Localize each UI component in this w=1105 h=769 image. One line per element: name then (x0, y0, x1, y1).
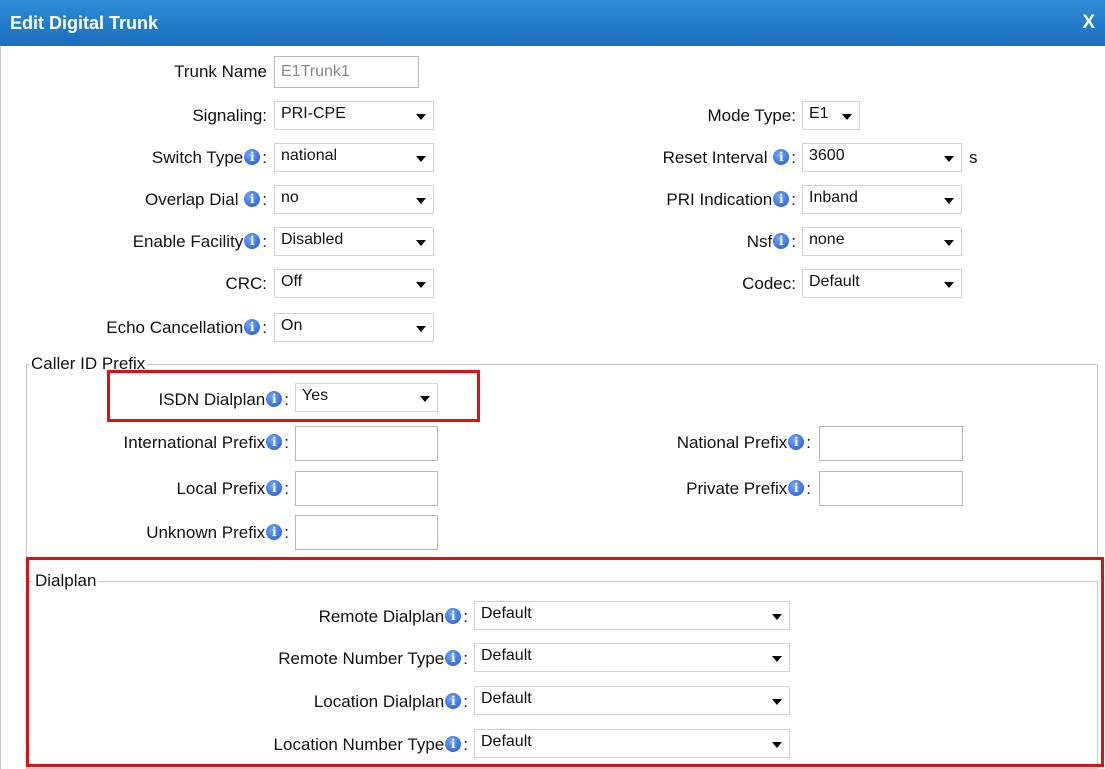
chevron-down-icon (416, 114, 426, 120)
isdn-dialplan-value: Yes (302, 387, 329, 404)
close-icon[interactable]: X (1082, 12, 1095, 34)
chevron-down-icon (944, 156, 954, 162)
echo-cancellation-value: On (281, 317, 303, 334)
local-prefix-input[interactable] (295, 471, 438, 506)
chevron-down-icon (772, 614, 782, 620)
crc-label: CRC: (225, 274, 267, 293)
info-icon[interactable]: i (773, 191, 790, 207)
info-icon[interactable]: i (244, 191, 261, 207)
chevron-down-icon (772, 742, 782, 748)
info-icon[interactable]: i (244, 319, 261, 335)
location-number-type-label: Location Number Type i: (273, 735, 468, 754)
overlap-dial-value: no (281, 189, 299, 206)
chevron-down-icon (944, 240, 954, 246)
echo-cancellation-label: Echo Cancellation i: (106, 318, 267, 337)
private-prefix-input[interactable] (819, 471, 963, 506)
switch-type-select[interactable]: national (274, 143, 434, 172)
private-prefix-label: Private Prefix i: (686, 479, 811, 498)
signaling-value: PRI-CPE (281, 105, 346, 122)
chevron-down-icon (416, 326, 426, 332)
pri-indication-select[interactable]: Inband (802, 185, 962, 214)
pri-indication-value: Inband (809, 189, 858, 206)
mode-type-value: E1 (809, 105, 829, 122)
switch-type-label: Switch Type i: (151, 148, 267, 167)
info-icon[interactable]: i (773, 149, 790, 165)
remote-number-type-select[interactable]: Default (474, 643, 790, 672)
chevron-down-icon (416, 240, 426, 246)
chevron-down-icon (416, 282, 426, 288)
overlap-dial-select[interactable]: no (274, 185, 434, 214)
remote-dialplan-value: Default (481, 605, 532, 622)
location-dialplan-select[interactable]: Default (474, 686, 790, 715)
info-icon[interactable]: i (266, 434, 283, 450)
enable-facility-select[interactable]: Disabled (274, 227, 434, 256)
dialog-titlebar: Edit Digital Trunk X (0, 0, 1105, 46)
reset-interval-unit: s (969, 148, 978, 167)
nsf-select[interactable]: none (802, 227, 962, 256)
remote-number-type-value: Default (481, 647, 532, 664)
enable-facility-value: Disabled (281, 231, 344, 248)
mode-type-select[interactable]: E1 (802, 101, 860, 130)
signaling-label: Signaling: (192, 106, 267, 125)
trunk-name-label: Trunk Name (174, 62, 267, 81)
info-icon[interactable]: i (244, 149, 261, 165)
info-icon[interactable]: i (266, 480, 283, 496)
chevron-down-icon (842, 114, 852, 120)
isdn-dialplan-select[interactable]: Yes (295, 383, 438, 412)
reset-interval-value: 3600 (809, 147, 845, 164)
info-icon[interactable]: i (244, 233, 261, 249)
isdn-dialplan-label: ISDN Dialplan i: (158, 390, 290, 409)
chevron-down-icon (944, 282, 954, 288)
switch-type-value: national (281, 147, 338, 164)
remote-dialplan-select[interactable]: Default (474, 601, 790, 630)
crc-select[interactable]: Off (274, 269, 434, 298)
info-icon[interactable]: i (266, 391, 283, 407)
info-icon[interactable]: i (445, 650, 462, 666)
nsf-label: Nsf i: (746, 232, 796, 251)
unknown-prefix-label: Unknown Prefix i: (146, 523, 289, 542)
international-prefix-label: International Prefix i: (123, 433, 289, 452)
location-number-type-value: Default (481, 733, 532, 750)
remote-dialplan-label: Remote Dialplan i: (318, 607, 468, 626)
info-icon[interactable]: i (788, 480, 805, 496)
location-number-type-select[interactable]: Default (474, 729, 790, 758)
dialplan-legend: Dialplan (33, 571, 99, 591)
codec-select[interactable]: Default (802, 269, 962, 298)
local-prefix-label: Local Prefix i: (176, 479, 289, 498)
info-icon[interactable]: i (788, 434, 805, 450)
pri-indication-label: PRI Indication i: (666, 190, 796, 209)
chevron-down-icon (416, 198, 426, 204)
location-dialplan-label: Location Dialplan i: (313, 692, 468, 711)
overlap-dial-label: Overlap Dial i: (144, 190, 267, 209)
chevron-down-icon (772, 656, 782, 662)
dialog-title: Edit Digital Trunk (10, 13, 159, 33)
national-prefix-input[interactable] (819, 426, 963, 461)
nsf-value: none (809, 231, 845, 248)
chevron-down-icon (772, 699, 782, 705)
international-prefix-input[interactable] (295, 426, 438, 461)
enable-facility-label: Enable Facility i: (132, 232, 267, 251)
signaling-select[interactable]: PRI-CPE (274, 101, 434, 130)
reset-interval-select[interactable]: 3600 (802, 143, 962, 172)
unknown-prefix-input[interactable] (295, 515, 438, 550)
info-icon[interactable]: i (445, 608, 462, 624)
chevron-down-icon (420, 396, 430, 402)
info-icon[interactable]: i (266, 524, 283, 540)
info-icon[interactable]: i (445, 736, 462, 752)
info-icon[interactable]: i (773, 233, 790, 249)
crc-value: Off (281, 273, 303, 290)
echo-cancellation-select[interactable]: On (274, 313, 434, 342)
codec-value: Default (809, 273, 860, 290)
national-prefix-label: National Prefix i: (676, 433, 811, 452)
mode-type-label: Mode Type: (707, 106, 796, 125)
reset-interval-label: Reset Interval i: (662, 148, 796, 167)
chevron-down-icon (416, 156, 426, 162)
chevron-down-icon (944, 198, 954, 204)
remote-number-type-label: Remote Number Type i: (278, 649, 468, 668)
codec-label: Codec: (742, 274, 796, 293)
info-icon[interactable]: i (445, 693, 462, 709)
location-dialplan-value: Default (481, 690, 532, 707)
trunk-name-input[interactable]: E1Trunk1 (274, 56, 419, 88)
